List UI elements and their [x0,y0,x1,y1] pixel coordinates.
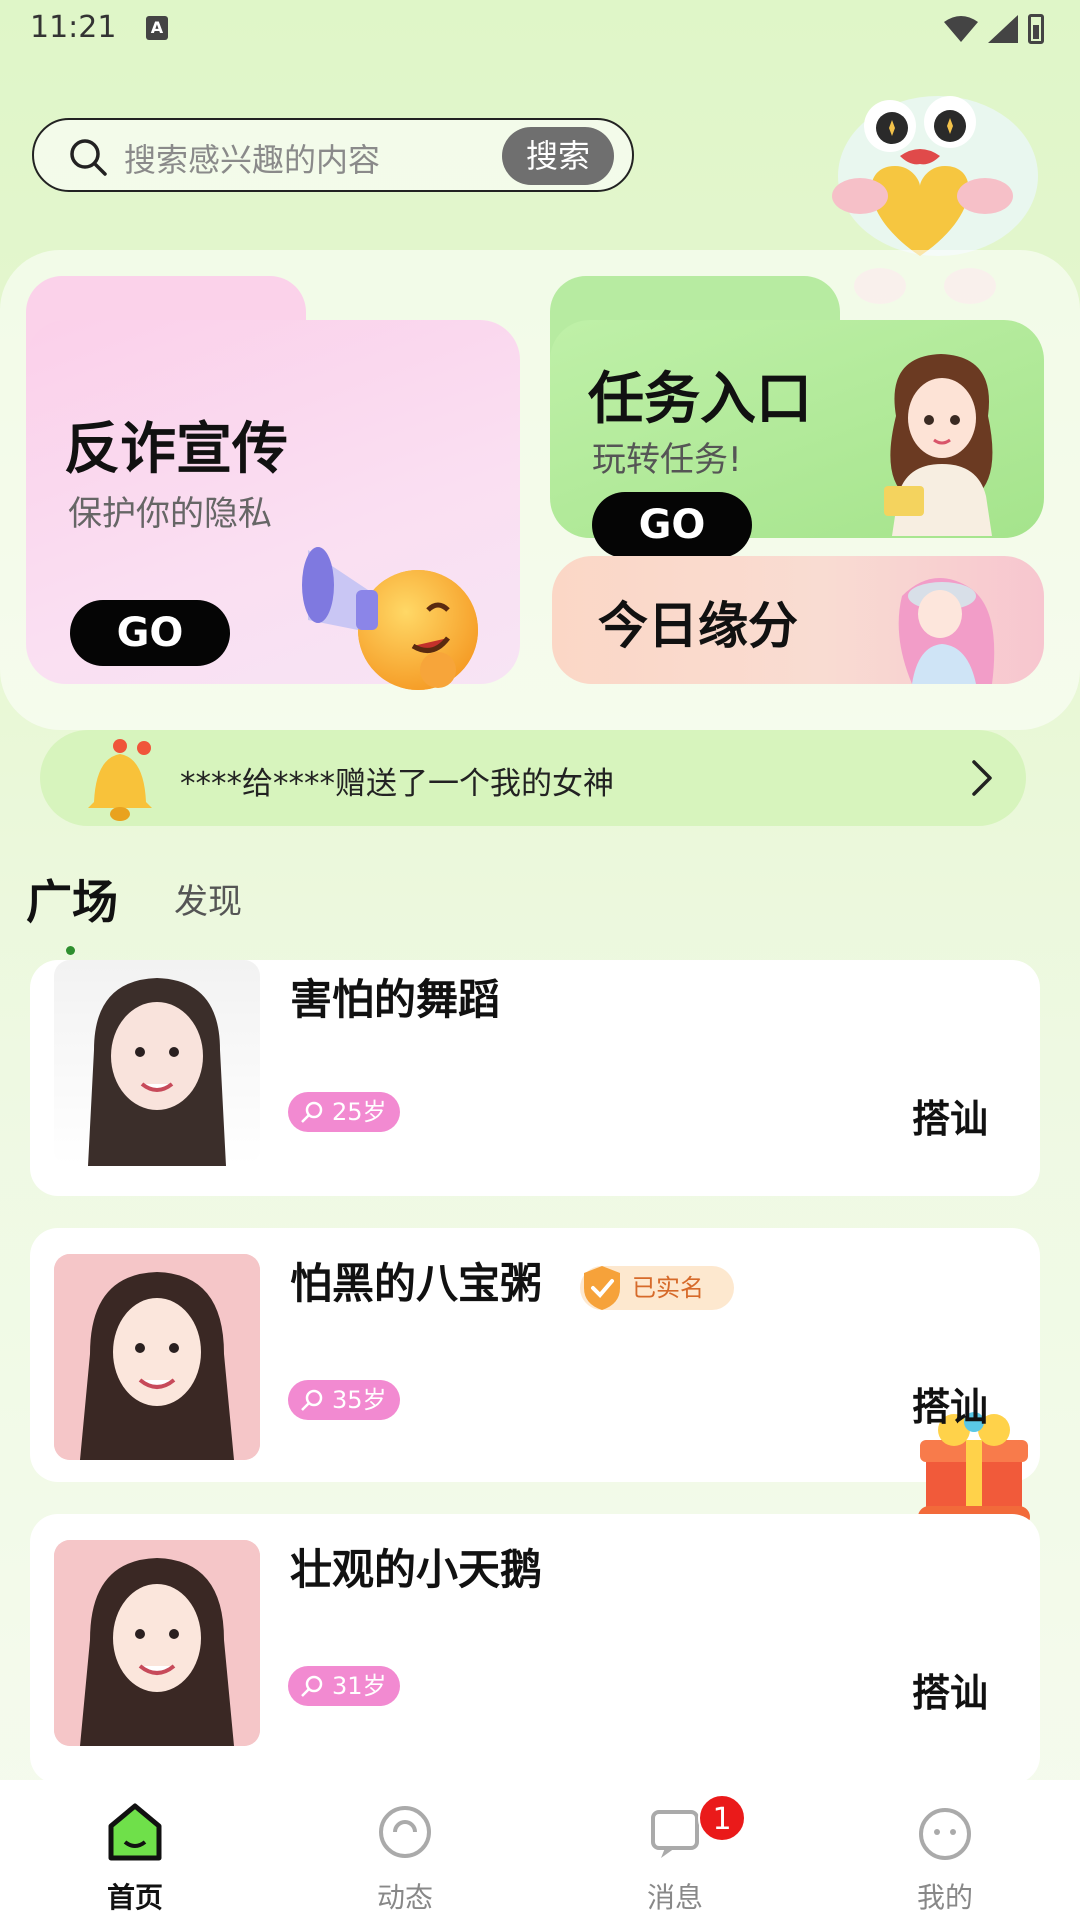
anti-fraud-card[interactable]: 反诈宣传 保护你的隐私 GO [26,276,520,690]
user-name: 壮观的小天鹅 [290,1545,543,1594]
gift-notice-bar[interactable]: ****给****赠送了一个我的女神 [40,730,1026,826]
chat-up-button[interactable]: 搭讪 [903,1088,994,1145]
nav-feed-label: 动态 [376,1881,433,1914]
shield-check-icon [584,1266,620,1310]
chat-up-label: 搭讪 [911,1385,988,1429]
chat-up-label: 搭讪 [911,1671,988,1715]
chat-up-button[interactable]: 搭讪 [903,1376,994,1433]
profile-face-icon [919,1808,971,1860]
signal-icon [988,15,1018,43]
wifi-icon [944,16,978,42]
search-icon [70,139,107,176]
search-placeholder: 搜索感兴趣的内容 [124,141,381,179]
card-body: 反诈宣传 保护你的隐私 GO [26,320,520,690]
verified-text: 已实名 [632,1274,704,1302]
avatar-image [54,1540,260,1746]
age-badge: 35岁 [288,1380,400,1420]
age-badge: 25岁 [288,1092,400,1132]
nav-mine[interactable]: 我的 [810,1780,1080,1920]
nav-feed[interactable]: 动态 [270,1780,540,1920]
avatar[interactable] [54,960,260,1166]
unread-badge: 1 [698,1794,746,1842]
female-icon [301,1675,323,1697]
home-bag-icon [108,1803,162,1861]
girl-illustration [898,578,995,684]
today-fate-title: 今日缘分 [598,597,798,655]
age-text: 35岁 [332,1386,387,1414]
user-card[interactable]: 害怕的舞蹈 25岁 搭讪 [30,960,1040,1196]
avatar[interactable] [54,1254,260,1460]
anti-fraud-go-button[interactable]: GO [70,600,230,666]
tab-square[interactable]: 广场 [26,866,118,932]
notification-a-icon: A [146,16,168,40]
age-text: 31岁 [332,1672,387,1700]
user-card[interactable]: 怕黑的八宝粥 已实名 35岁 搭讪 [30,1228,1040,1482]
task-entry-card[interactable]: 任务入口 玩转任务! GO [550,276,1044,558]
bell-icon [88,739,152,821]
chevron-right-icon [972,760,992,796]
battery-icon [1028,14,1044,44]
status-bar: 11:21 A [0,0,1080,60]
task-go-button[interactable]: GO [592,492,752,558]
bottom-nav: 首页 动态 1 消息 我的 [0,1780,1080,1920]
verified-badge: 已实名 [580,1266,734,1310]
girl-illustration [884,354,993,536]
age-text: 25岁 [332,1098,387,1126]
chat-up-label: 搭讪 [911,1097,988,1141]
active-tab-indicator [66,946,75,955]
today-fate-card[interactable]: 今日缘分 [552,556,1044,684]
notice-text: ****给****赠送了一个我的女神 [180,766,614,802]
nav-messages[interactable]: 1 消息 [540,1780,810,1920]
user-name: 害怕的舞蹈 [290,975,501,1024]
anti-fraud-subtitle: 保护你的隐私 [68,494,272,534]
nav-messages-label: 消息 [646,1881,703,1914]
avatar-image [54,1254,260,1460]
tab-discover[interactable]: 发现 [174,874,242,923]
task-entry-subtitle: 玩转任务! [592,440,742,480]
user-card[interactable]: 壮观的小天鹅 31岁 搭讪 [30,1514,1040,1784]
megaphone-emoji-icon [302,547,478,690]
feed-circle-icon [379,1806,431,1858]
nav-home-label: 首页 [106,1881,163,1914]
female-icon [301,1389,323,1411]
anti-fraud-title: 反诈宣传 [64,417,288,482]
search-input[interactable]: 搜索感兴趣的内容 搜索 [32,118,634,192]
search-button[interactable]: 搜索 [502,127,614,185]
avatar-image [88,978,226,1166]
female-icon [301,1101,323,1123]
chat-up-button[interactable]: 搭讪 [903,1662,994,1719]
nav-home[interactable]: 首页 [0,1780,270,1920]
task-entry-title: 任务入口 [588,367,812,432]
status-time: 11:21 [30,10,117,45]
age-badge: 31岁 [288,1666,400,1706]
nav-mine-label: 我的 [916,1881,973,1914]
system-icons [944,14,1044,44]
avatar[interactable] [54,1540,260,1746]
user-name: 怕黑的八宝粥 [290,1259,543,1308]
